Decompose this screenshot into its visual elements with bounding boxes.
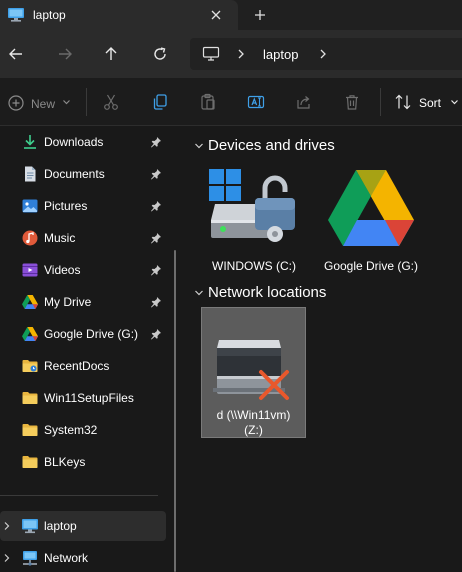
copy-icon[interactable] [151,93,169,111]
tab-bar: laptop [0,0,462,30]
sidebar-item-blkeys[interactable]: BLKeys [0,447,170,477]
drive-label: Google Drive (G:) [323,259,419,273]
close-tab-icon[interactable] [207,6,225,24]
folder-icon [21,357,39,375]
section-title: Devices and drives [208,137,335,154]
network-drive-z[interactable]: d (\\Win11vm) (Z:) [201,307,306,438]
refresh-icon[interactable] [150,44,170,64]
sort-icon[interactable] [394,93,412,111]
chevron-down-icon[interactable] [450,98,459,106]
tab-laptop[interactable]: laptop [0,0,238,30]
google-drive-icon [327,168,415,248]
folder-icon [21,389,39,407]
sidebar-item-downloads[interactable]: Downloads [0,127,170,157]
sidebar-item-label: System32 [44,423,98,437]
sidebar-item-pictures[interactable]: Pictures [0,191,170,221]
sidebar-item-network[interactable]: Network [0,543,170,572]
sidebar-item-videos[interactable]: Videos [0,255,170,285]
back-arrow-icon[interactable] [6,44,26,64]
sidebar-item-label: RecentDocs [44,359,110,373]
command-bar: New Sort [0,78,462,126]
drive-label-line2: (Z:) [244,423,263,437]
navigation-pane: Downloads Documents Pictures Music Video… [0,126,186,572]
forward-arrow-icon[interactable] [55,44,75,64]
pin-icon[interactable] [150,264,162,276]
chevron-down-icon[interactable] [62,98,71,106]
google-drive-icon [21,293,39,311]
cut-icon[interactable] [102,93,120,111]
chevron-right-icon[interactable] [236,48,246,60]
sidebar-item-recentdocs[interactable]: RecentDocs [0,351,170,381]
sidebar-item-my-drive[interactable]: My Drive [0,287,170,317]
divider [380,88,381,116]
network-section-header[interactable]: Network locations [190,284,440,304]
sidebar-item-label: Google Drive (G:) [44,327,139,341]
sidebar-item-label: Network [44,551,89,565]
drive-label: WINDOWS (C:) [212,259,296,273]
sidebar-scrollbar[interactable] [174,250,176,572]
share-icon[interactable] [295,93,313,111]
pin-icon[interactable] [150,136,162,148]
computer-icon [7,7,25,23]
sort-button[interactable]: Sort [419,96,441,110]
sidebar-item-google-drive[interactable]: Google Drive (G:) [0,319,170,349]
videos-icon [21,261,39,279]
sidebar-item-win11setupfiles[interactable]: Win11SetupFiles [0,383,170,413]
pin-icon[interactable] [150,232,162,244]
computer-icon [21,517,39,535]
up-arrow-icon[interactable] [101,44,121,64]
pictures-icon [21,197,39,215]
drive-label-line1: d (\\Win11vm) [216,408,291,422]
sidebar-item-system32[interactable]: System32 [0,415,170,445]
folder-icon [21,453,39,471]
navigation-bar: laptop [0,30,462,78]
pin-icon[interactable] [150,296,162,308]
music-icon [21,229,39,247]
sidebar-item-label: Downloads [44,135,104,149]
divider [0,495,158,496]
chevron-right-icon[interactable] [318,48,328,60]
sidebar-item-laptop[interactable]: laptop [0,511,166,541]
sidebar-item-label: BLKeys [44,455,86,469]
documents-icon [21,165,39,183]
new-tab-icon[interactable] [251,6,269,24]
sidebar-item-label: My Drive [44,295,92,309]
sidebar-item-label: Documents [44,167,105,181]
chevron-right-icon[interactable] [3,521,11,531]
pin-icon[interactable] [150,200,162,212]
sidebar-item-label: Win11SetupFiles [44,391,134,405]
delete-icon[interactable] [343,93,361,111]
sidebar-item-label: Videos [44,263,81,277]
network-icon [21,549,39,567]
download-icon [21,133,39,151]
tab-title: laptop [33,8,66,22]
google-drive-icon [21,325,39,343]
new-plus-icon[interactable] [7,94,25,112]
pin-icon[interactable] [150,168,162,180]
address-location[interactable]: laptop [263,47,298,62]
paste-icon[interactable] [199,93,217,111]
address-bar[interactable]: laptop [190,38,462,70]
rename-icon[interactable] [247,93,265,111]
sidebar-item-label: laptop [44,519,77,533]
sidebar-item-label: Pictures [44,199,88,213]
drive-google-drive-g[interactable]: Google Drive (G:) [318,160,424,280]
sidebar-item-documents[interactable]: Documents [0,159,170,189]
section-title: Network locations [208,284,327,301]
drive-windows-c[interactable]: WINDOWS (C:) [201,160,307,280]
chevron-right-icon[interactable] [3,553,11,563]
folder-icon [21,421,39,439]
disconnected-network-drive-icon [209,326,299,406]
computer-icon [202,46,220,62]
chevron-down-icon[interactable] [194,142,204,150]
new-button[interactable]: New [31,97,55,111]
divider [86,88,87,116]
sidebar-item-music[interactable]: Music [0,223,170,253]
pin-icon[interactable] [150,328,162,340]
sidebar-item-label: Music [44,231,76,245]
devices-section-header[interactable]: Devices and drives [190,137,440,157]
bitlocker-drive-icon [207,164,299,244]
chevron-down-icon[interactable] [194,289,204,297]
